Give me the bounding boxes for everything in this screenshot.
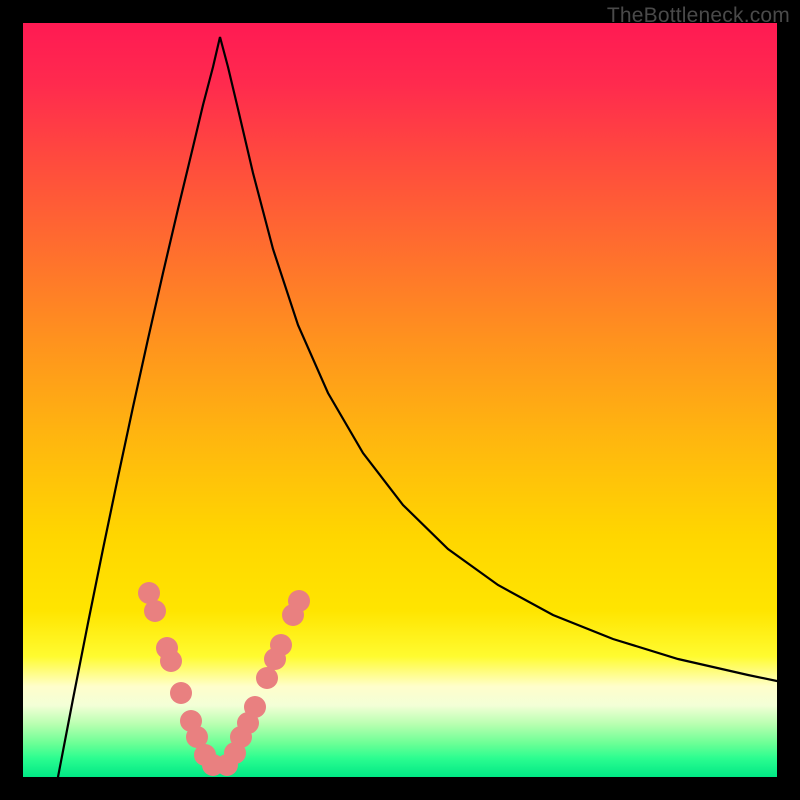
curve-marker xyxy=(256,667,278,689)
curve-marker xyxy=(224,742,246,764)
watermark-label: TheBottleneck.com xyxy=(607,4,790,28)
curve-marker xyxy=(244,696,266,718)
curve-marker xyxy=(270,634,292,656)
curve-marker xyxy=(170,682,192,704)
chart-frame: TheBottleneck.com xyxy=(0,0,800,800)
curve-marker xyxy=(144,600,166,622)
curve-marker xyxy=(288,590,310,612)
plot-area xyxy=(23,23,777,777)
curve-markers xyxy=(138,582,310,776)
curve-layer xyxy=(23,23,777,777)
curve-marker xyxy=(160,650,182,672)
